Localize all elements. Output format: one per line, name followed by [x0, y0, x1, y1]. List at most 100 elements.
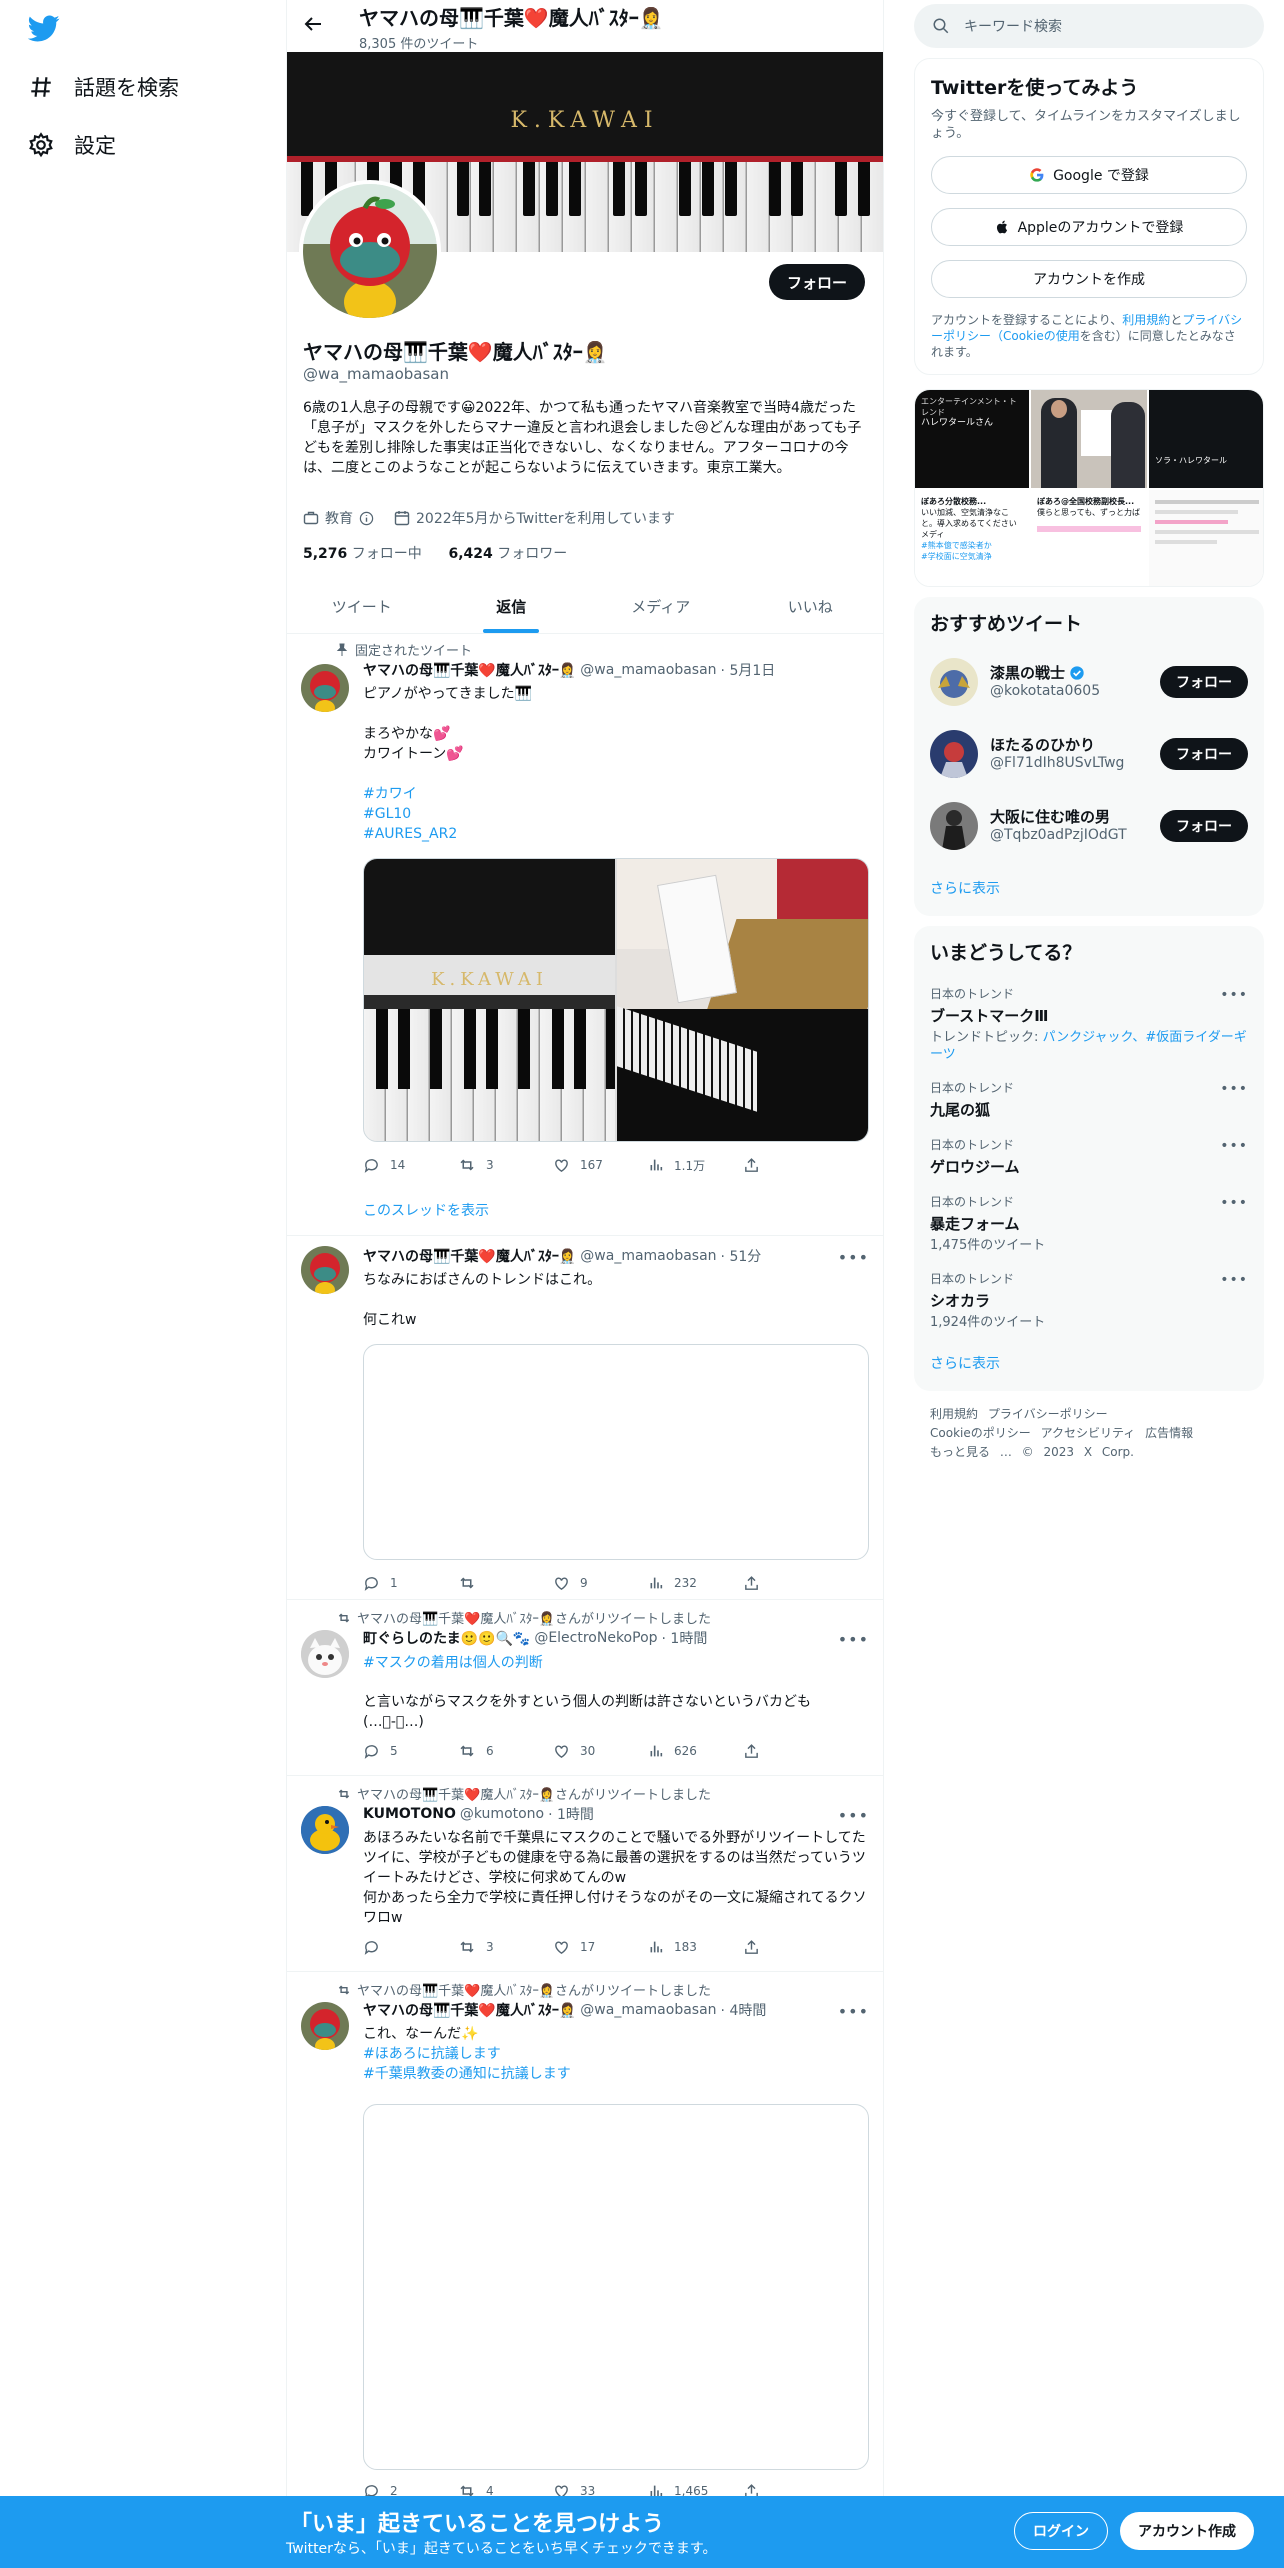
info-icon[interactable] [359, 511, 374, 526]
photo-tweet-screenshot[interactable]: ぼあろ@全国校務副校長... 僕らと思っても、ずっと力ば [1031, 490, 1147, 586]
piano-keys-photo[interactable]: K.KAWAI [364, 859, 615, 1141]
show-more-link[interactable]: さらに表示 [914, 1339, 1264, 1391]
tweet[interactable]: ••• ヤマハの母🎹千葉❤️魔人ﾊﾞｽﾀｰ👩‍⚕️ @wa_mamaobasan… [287, 1236, 883, 1600]
like-button[interactable]: 9 [553, 1574, 648, 1592]
follow-button[interactable]: フォロー [1160, 738, 1248, 770]
search-input[interactable]: キーワード検索 [914, 4, 1264, 48]
recommended-user-name[interactable]: ほたるのひかり [990, 734, 1095, 755]
tab-media[interactable]: メディア [586, 578, 736, 633]
tweet-pinned[interactable]: 固定されたツイート ヤマハの母🎹千葉❤️魔人ﾊﾞｽﾀｰ👩‍⚕️ @wa_mama… [287, 634, 883, 1236]
photo-tweet-screenshot[interactable]: ぼあろ分散校務... いい加減、空気清浄なこと。導入求めるてください メディ #… [915, 490, 1029, 586]
footer-accessibility-link[interactable]: アクセシビリティ [1041, 1426, 1136, 1440]
following-link[interactable]: 5,276 フォロー中 [303, 546, 422, 562]
tweet-author-name[interactable]: ヤマハの母🎹千葉❤️魔人ﾊﾞｽﾀｰ👩‍⚕️ [363, 1246, 576, 1266]
share-button[interactable] [743, 1938, 838, 1956]
apple-signup-button[interactable]: Appleのアカウントで登録 [931, 208, 1247, 246]
avatar[interactable] [301, 1630, 349, 1678]
footer-ads-link[interactable]: 広告情報 [1145, 1426, 1193, 1440]
tweet-author-name[interactable]: ヤマハの母🎹千葉❤️魔人ﾊﾞｽﾀｰ👩‍⚕️ [363, 660, 576, 680]
avatar[interactable] [301, 664, 349, 712]
tweet-media[interactable]: K.KAWAI [363, 858, 869, 1142]
recommended-user-name[interactable]: 漆黒の戦士 [990, 662, 1065, 683]
tweet-media-placeholder[interactable] [363, 2104, 869, 2470]
more-options-icon[interactable]: ••• [1220, 1081, 1248, 1097]
footer-cookie-link[interactable]: Cookieのポリシー [930, 1426, 1031, 1440]
tweet-retweeted[interactable]: ヤマハの母🎹千葉❤️魔人ﾊﾞｽﾀｰ👩‍⚕️さんがリツイートしました ••• 町ぐ… [287, 1600, 883, 1776]
signup-button[interactable]: アカウント作成 [1120, 2512, 1254, 2550]
share-button[interactable] [743, 1742, 838, 1760]
reply-button[interactable]: 14 [363, 1156, 458, 1174]
avatar[interactable] [301, 1806, 349, 1854]
avatar[interactable] [301, 2002, 349, 2050]
grand-piano-photo[interactable] [617, 859, 868, 1141]
share-button[interactable] [743, 1156, 838, 1174]
footer-terms-link[interactable]: 利用規約 [930, 1407, 978, 1421]
hashtag-link[interactable]: #マスクの着用は個人の判断 [363, 1652, 869, 1672]
follow-button[interactable]: フォロー [768, 264, 865, 300]
tweet-retweeted[interactable]: ヤマハの母🎹千葉❤️魔人ﾊﾞｽﾀｰ👩‍⚕️さんがリツイートしました ••• ヤマ… [287, 1972, 883, 2502]
tweet-author-handle[interactable]: @wa_mamaobasan [580, 662, 716, 678]
recommended-user[interactable]: ほたるのひかり @Fl71dIh8USvLTwg フォロー [914, 720, 1264, 792]
more-options-icon[interactable]: ••• [1220, 1138, 1248, 1154]
media-photo-grid[interactable]: エンターテインメント・トレンド ハレワタールさん ソラ・ハレワタール ぼあろ分散… [914, 389, 1264, 587]
footer-more-link[interactable]: もっと見る … [930, 1445, 1012, 1459]
tweet-author-name[interactable]: 町ぐらしのたま🙂🙂🔍🐾 [363, 1628, 530, 1648]
reply-button[interactable]: 5 [363, 1742, 458, 1760]
tweet-time[interactable]: · 1時間 [548, 1804, 594, 1824]
tweet-time[interactable]: · 51分 [721, 1246, 762, 1266]
trend-item[interactable]: 日本のトレンド 九尾の狐 ••• [914, 1071, 1264, 1128]
follow-button[interactable]: フォロー [1160, 666, 1248, 698]
tweet-author-handle[interactable]: @wa_mamaobasan [580, 1248, 716, 1264]
twitter-logo-icon[interactable] [28, 12, 60, 44]
show-more-link[interactable]: さらに表示 [914, 864, 1264, 916]
more-options-icon[interactable]: ••• [1220, 987, 1248, 1003]
hashtag-link[interactable]: #ほあろに抗議します [363, 2044, 869, 2064]
trend-item[interactable]: 日本のトレンド ゲロウジーム ••• [914, 1128, 1264, 1185]
follow-button[interactable]: フォロー [1160, 810, 1248, 842]
hashtag-link[interactable]: #GL10 [363, 804, 869, 824]
recommended-user[interactable]: 大阪に住む唯の男 @Tqbz0adPzjIOdGT フォロー [914, 792, 1264, 864]
followers-link[interactable]: 6,424 フォロワー [448, 546, 567, 562]
tab-likes[interactable]: いいね [736, 578, 884, 633]
hashtag-link[interactable]: #千葉県教委の通知に抗議します [363, 2064, 869, 2084]
like-button[interactable]: 167 [553, 1156, 648, 1174]
tweet-author-handle[interactable]: @wa_mamaobasan [580, 2002, 716, 2018]
tweet-retweeted[interactable]: ヤマハの母🎹千葉❤️魔人ﾊﾞｽﾀｰ👩‍⚕️さんがリツイートしました ••• KU… [287, 1776, 883, 1972]
hashtag-link[interactable]: #AURES_AR2 [363, 824, 869, 844]
share-button[interactable] [743, 1574, 838, 1592]
photo-press-conference[interactable] [1031, 390, 1147, 488]
photo-dark-screenshot[interactable]: ソラ・ハレワタール [1149, 390, 1263, 488]
show-thread-link[interactable]: このスレッドを表示 [363, 1200, 869, 1220]
views-button[interactable]: 626 [648, 1742, 743, 1760]
views-button[interactable]: 232 [648, 1574, 743, 1592]
tweet-time[interactable]: · 4時間 [721, 2000, 767, 2020]
more-options-icon[interactable]: ••• [1220, 1272, 1248, 1288]
tweet-author-handle[interactable]: @ElectroNekoPop [534, 1630, 657, 1646]
views-button[interactable]: 183 [648, 1938, 743, 1956]
tab-tweets[interactable]: ツイート [287, 578, 437, 633]
create-account-button[interactable]: アカウントを作成 [931, 260, 1247, 298]
recommended-user[interactable]: 漆黒の戦士 @kokotata0605 フォロー [914, 648, 1264, 720]
like-button[interactable]: 17 [553, 1938, 648, 1956]
tweet-time[interactable]: · 5月1日 [721, 660, 776, 680]
views-button[interactable]: 1.1万 [648, 1156, 743, 1174]
reply-button[interactable]: 1 [363, 1574, 458, 1592]
hashtag-link[interactable]: #カワイ [363, 784, 869, 804]
profile-avatar[interactable] [299, 180, 441, 322]
avatar[interactable] [930, 730, 978, 778]
recommended-user-name[interactable]: 大阪に住む唯の男 [990, 806, 1110, 827]
tweet-author-name[interactable]: KUMOTONO [363, 1806, 456, 1822]
footer-privacy-link[interactable]: プライバシーポリシー [988, 1407, 1108, 1421]
photo-trend-card[interactable]: エンターテインメント・トレンド ハレワタールさん [915, 390, 1029, 488]
photo-document[interactable] [1149, 490, 1263, 586]
like-button[interactable]: 30 [553, 1742, 648, 1760]
avatar[interactable] [930, 802, 978, 850]
trend-item[interactable]: 日本のトレンド 暴走フォーム 1,475件のツイート ••• [914, 1185, 1264, 1262]
retweet-button[interactable]: 3 [458, 1156, 553, 1174]
retweet-button[interactable] [458, 1574, 553, 1592]
trend-item[interactable]: 日本のトレンド シオカラ 1,924件のツイート ••• [914, 1262, 1264, 1339]
tweet-author-handle[interactable]: @kumotono [460, 1806, 544, 1822]
tweet-time[interactable]: · 1時間 [662, 1628, 708, 1648]
tweet-media-placeholder[interactable] [363, 1344, 869, 1560]
nav-explore[interactable]: 話題を検索 [28, 72, 179, 102]
